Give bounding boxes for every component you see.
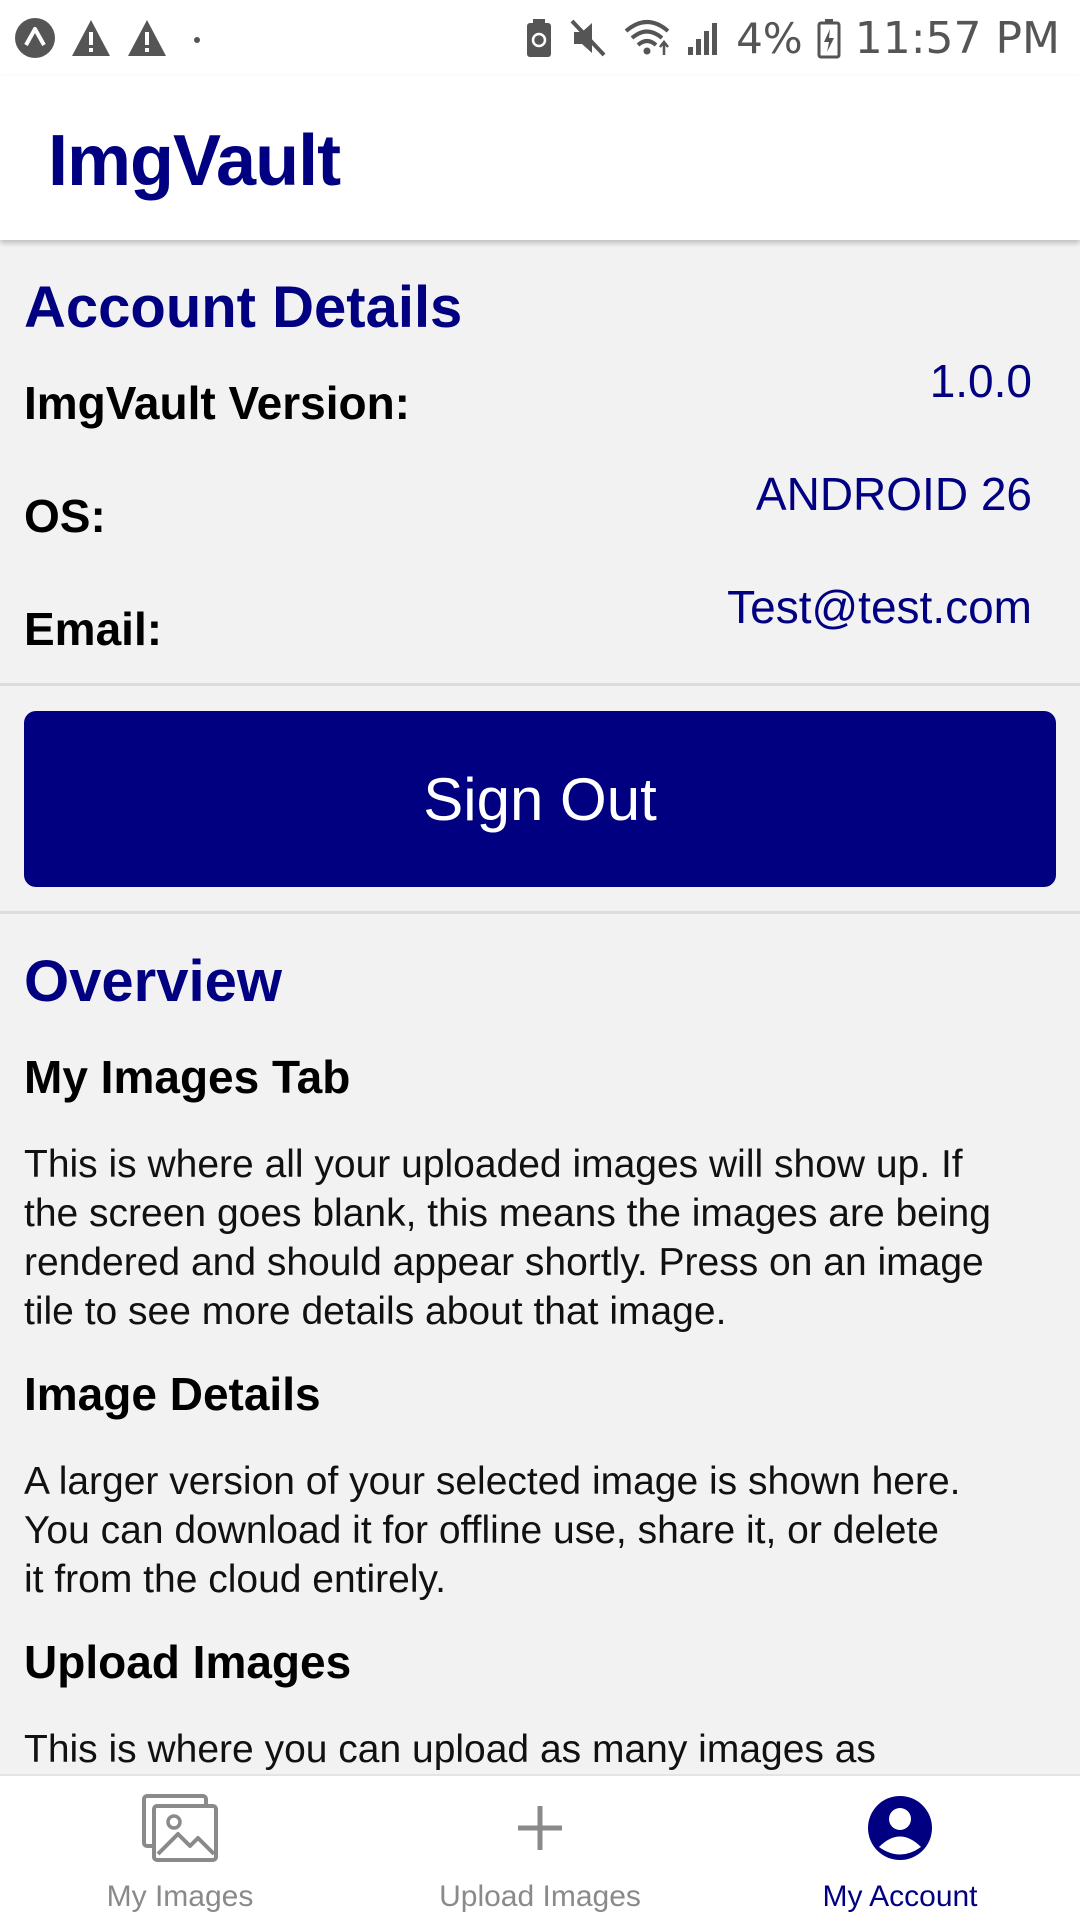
app-logo-icon bbox=[15, 18, 55, 58]
nav-label-my-account: My Account bbox=[822, 1880, 978, 1913]
email-value: Test@test.com bbox=[727, 581, 1032, 633]
warning-icon bbox=[128, 20, 166, 56]
account-circle-icon bbox=[868, 1796, 932, 1860]
account-content[interactable]: Account Details ImgVault Version: 1.0.0 … bbox=[0, 240, 1080, 1774]
nav-label-upload-images: Upload Images bbox=[439, 1880, 641, 1913]
battery-charging-icon bbox=[817, 19, 841, 59]
nav-label-my-images: My Images bbox=[106, 1880, 254, 1913]
warning-icon bbox=[72, 20, 110, 56]
overview-title: Overview bbox=[24, 949, 282, 1014]
image-icon bbox=[142, 1794, 218, 1862]
nav-my-account[interactable]: My Account bbox=[720, 1776, 1080, 1920]
app-header: ImgVault bbox=[0, 76, 1080, 240]
email-label: Email: bbox=[24, 603, 163, 655]
image-details-heading: Image Details bbox=[24, 1368, 321, 1420]
battery-saver-icon bbox=[527, 19, 552, 57]
account-details-title: Account Details bbox=[24, 275, 463, 340]
upload-images-heading: Upload Images bbox=[24, 1636, 352, 1688]
app-title: ImgVault bbox=[48, 121, 341, 201]
status-time: 11:57 PM bbox=[854, 12, 1060, 64]
divider bbox=[0, 683, 1080, 686]
image-details-text: A larger version of your selected image … bbox=[24, 1460, 961, 1601]
os-label: OS: bbox=[24, 490, 106, 542]
dot-icon bbox=[194, 37, 200, 43]
version-label: ImgVault Version: bbox=[24, 377, 410, 429]
divider bbox=[0, 911, 1080, 914]
wifi-icon bbox=[624, 20, 670, 55]
my-images-tab-heading: My Images Tab bbox=[24, 1051, 351, 1103]
mute-icon bbox=[570, 19, 606, 57]
battery-percent: 4% bbox=[736, 13, 803, 63]
status-right-icons: 4% 11:57 PM bbox=[524, 13, 1060, 64]
my-images-tab-text: This is where all your uploaded images w… bbox=[24, 1143, 991, 1333]
plus-icon bbox=[518, 1806, 562, 1850]
status-left-icons bbox=[14, 17, 212, 59]
nav-my-images[interactable]: My Images bbox=[0, 1776, 360, 1920]
upload-images-text: This is where you can upload as many ima… bbox=[24, 1728, 876, 1771]
status-bar: 4% 11:57 PM bbox=[0, 0, 1080, 76]
os-value: ANDROID 26 bbox=[755, 468, 1032, 520]
signal-icon bbox=[688, 23, 718, 55]
nav-upload-images[interactable]: Upload Images bbox=[360, 1776, 720, 1920]
bottom-navigation: My Images Upload Images My Account bbox=[0, 1774, 1080, 1920]
sign-out-button[interactable]: Sign Out bbox=[24, 711, 1056, 887]
version-value: 1.0.0 bbox=[929, 355, 1032, 407]
